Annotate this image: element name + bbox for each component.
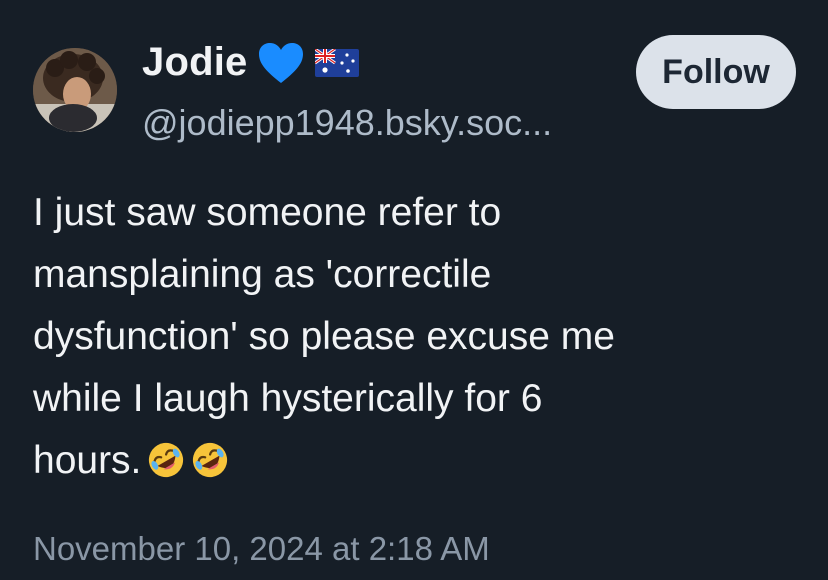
avatar-image — [33, 48, 117, 132]
post-timestamp[interactable]: November 10, 2024 at 2:18 AM — [33, 530, 490, 568]
author-name[interactable]: Jodie — [142, 40, 247, 85]
post-text: I just saw someone refer to mansplaining… — [33, 182, 803, 492]
post-line: I just saw someone refer to — [33, 191, 502, 234]
rolling-on-floor-laughing-emoji — [193, 442, 228, 478]
post-line-last: hours. — [33, 430, 803, 492]
post-line: while I laugh hysterically for 6 — [33, 377, 543, 420]
follow-button[interactable]: Follow — [636, 35, 796, 109]
post-line: dysfunction' so please excuse me — [33, 315, 615, 358]
australia-flag-icon — [315, 48, 360, 77]
rolling-on-floor-laughing-emoji — [149, 442, 184, 478]
avatar[interactable] — [33, 48, 117, 132]
blue-heart-icon — [259, 42, 304, 83]
display-name[interactable]: Jodie — [142, 40, 360, 85]
post-line: mansplaining as 'correctile — [33, 253, 492, 296]
post-line: hours. — [33, 439, 142, 482]
author-handle[interactable]: @jodiepp1948.bsky.soc... — [142, 102, 552, 144]
